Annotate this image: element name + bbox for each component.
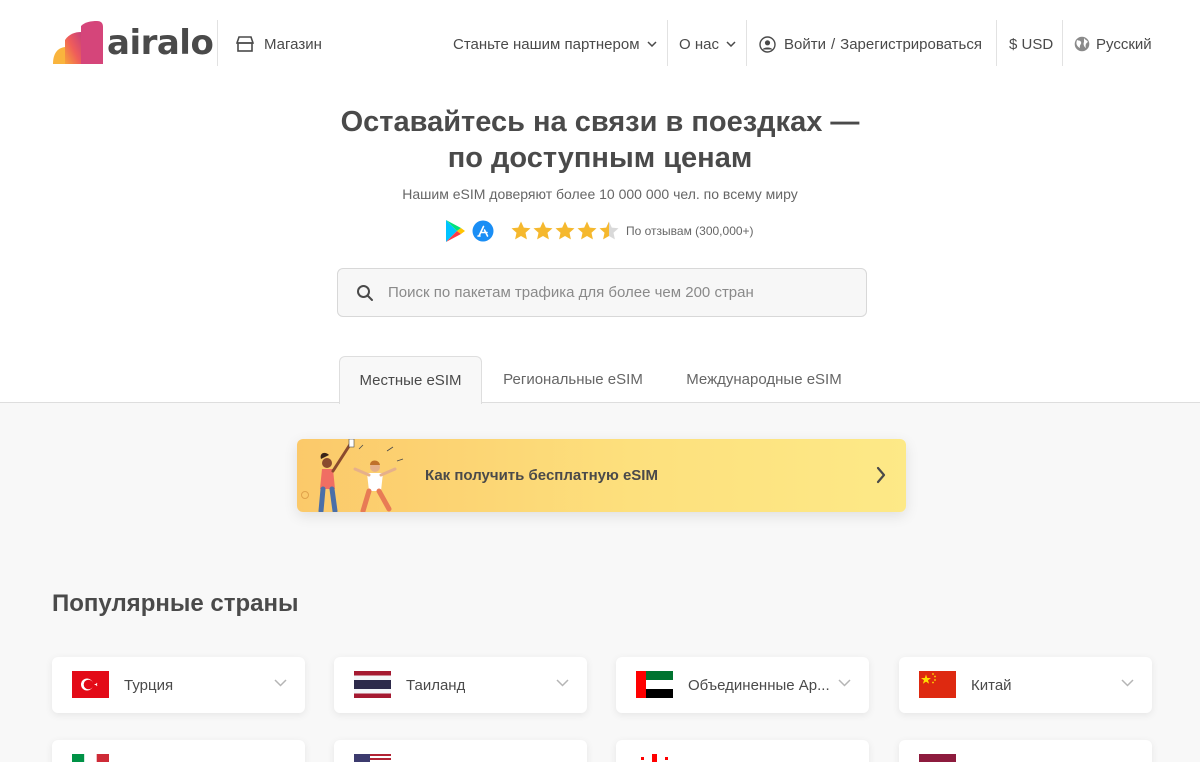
country-card-china[interactable]: Китай: [899, 657, 1152, 713]
store-icon: [236, 36, 254, 52]
user-icon: [759, 35, 776, 53]
rating-stars: [510, 220, 620, 242]
shop-label: Магазин: [264, 35, 322, 53]
free-esim-banner[interactable]: Как получить бесплатную eSIM: [297, 439, 906, 512]
shop-link[interactable]: Магазин: [236, 32, 322, 56]
logo-text: airalo: [107, 23, 214, 63]
airalo-logo-icon: [53, 21, 103, 64]
chevron-down-icon: [646, 41, 657, 47]
rating-text: По отзывам (300,000+): [626, 224, 754, 238]
hero-title-line2: по доступным ценам: [447, 142, 753, 174]
country-name: Объединенные Ар...: [688, 677, 830, 694]
country-card-country[interactable]: [899, 740, 1152, 762]
country-name: Турция: [124, 677, 174, 694]
turkey-flag-icon: [72, 671, 109, 698]
about-label: О нас: [679, 35, 719, 53]
georgia-flag-icon: [636, 754, 673, 762]
login-register: Войти / Зарегистрироваться: [759, 22, 982, 66]
star-icon: [532, 220, 554, 242]
country-card-uae[interactable]: Объединенные Ар...: [616, 657, 869, 713]
italy-flag-icon: [72, 754, 109, 762]
language-selector[interactable]: Русский: [1074, 22, 1152, 66]
china-flag-icon: [919, 671, 956, 698]
tab-regional-esim[interactable]: Региональные eSIM: [490, 356, 656, 403]
country-flag-icon: [919, 754, 956, 762]
uae-flag-icon: [636, 671, 673, 698]
tab-label: Международные eSIM: [686, 371, 842, 388]
chevron-down-icon: [274, 679, 287, 687]
chevron-down-icon: [556, 679, 569, 687]
country-card-italy[interactable]: [52, 740, 305, 762]
airalo-logo[interactable]: airalo: [51, 20, 214, 66]
thailand-flag-icon: [354, 671, 391, 698]
tab-global-esim[interactable]: Международные eSIM: [670, 356, 858, 403]
currency-selector[interactable]: $ USD: [1009, 22, 1053, 66]
register-link[interactable]: Зарегистрироваться: [840, 36, 982, 53]
tab-local-esim[interactable]: Местные eSIM: [339, 356, 482, 404]
login-separator: /: [830, 35, 836, 53]
popular-countries-title: Популярные страны: [52, 590, 299, 617]
hero-subtitle: Нашим eSIM доверяют более 10 000 000 чел…: [402, 186, 798, 202]
login-link[interactable]: Войти: [784, 36, 826, 53]
promo-label: Как получить бесплатную eSIM: [425, 467, 658, 484]
app-store-icon[interactable]: [472, 220, 494, 242]
currency-label: $ USD: [1009, 35, 1054, 53]
star-icon: [554, 220, 576, 242]
search-icon: [356, 284, 374, 302]
search-box[interactable]: [337, 268, 867, 317]
chevron-right-icon: [876, 466, 886, 484]
tab-label: Региональные eSIM: [503, 371, 643, 388]
star-icon: [576, 220, 598, 242]
language-label: Русский: [1096, 35, 1152, 53]
country-card-turkey[interactable]: Турция: [52, 657, 305, 713]
country-name: Таиланд: [406, 677, 466, 694]
chevron-down-icon: [726, 41, 736, 47]
star-icon: [510, 220, 532, 242]
tab-label: Местные eSIM: [359, 372, 462, 389]
country-card-usa[interactable]: [334, 740, 587, 762]
country-card-georgia[interactable]: [616, 740, 869, 762]
star-icon: [598, 220, 620, 242]
main-content: Как получить бесплатную eSIM Популярные …: [0, 403, 1200, 762]
nav-divider: [746, 20, 747, 66]
people-illustration: [301, 439, 404, 512]
country-card-thailand[interactable]: Таиланд: [334, 657, 587, 713]
nav-divider: [996, 20, 997, 66]
chevron-down-icon: [1121, 679, 1134, 687]
header-divider: [217, 20, 218, 66]
partner-dropdown[interactable]: Станьте нашим партнером: [453, 22, 657, 66]
about-dropdown[interactable]: О нас: [679, 22, 736, 66]
hero-title: Оставайтесь на связи в поездках — по дос…: [0, 104, 1200, 176]
google-play-icon[interactable]: [444, 219, 466, 243]
hero-title-line1: Оставайтесь на связи в поездках —: [340, 106, 860, 138]
nav-divider: [1062, 20, 1063, 66]
header: airalo Магазин Станьте нашим партнером О…: [0, 0, 1200, 88]
search-input[interactable]: [388, 284, 828, 301]
globe-icon: [1074, 36, 1090, 52]
partner-label: Станьте нашим партнером: [453, 35, 640, 53]
app-rating: По отзывам (300,000+): [444, 218, 754, 244]
country-name: Китай: [971, 677, 1012, 694]
chevron-down-icon: [838, 679, 851, 687]
nav-divider: [667, 20, 668, 66]
usa-flag-icon: [354, 754, 391, 762]
